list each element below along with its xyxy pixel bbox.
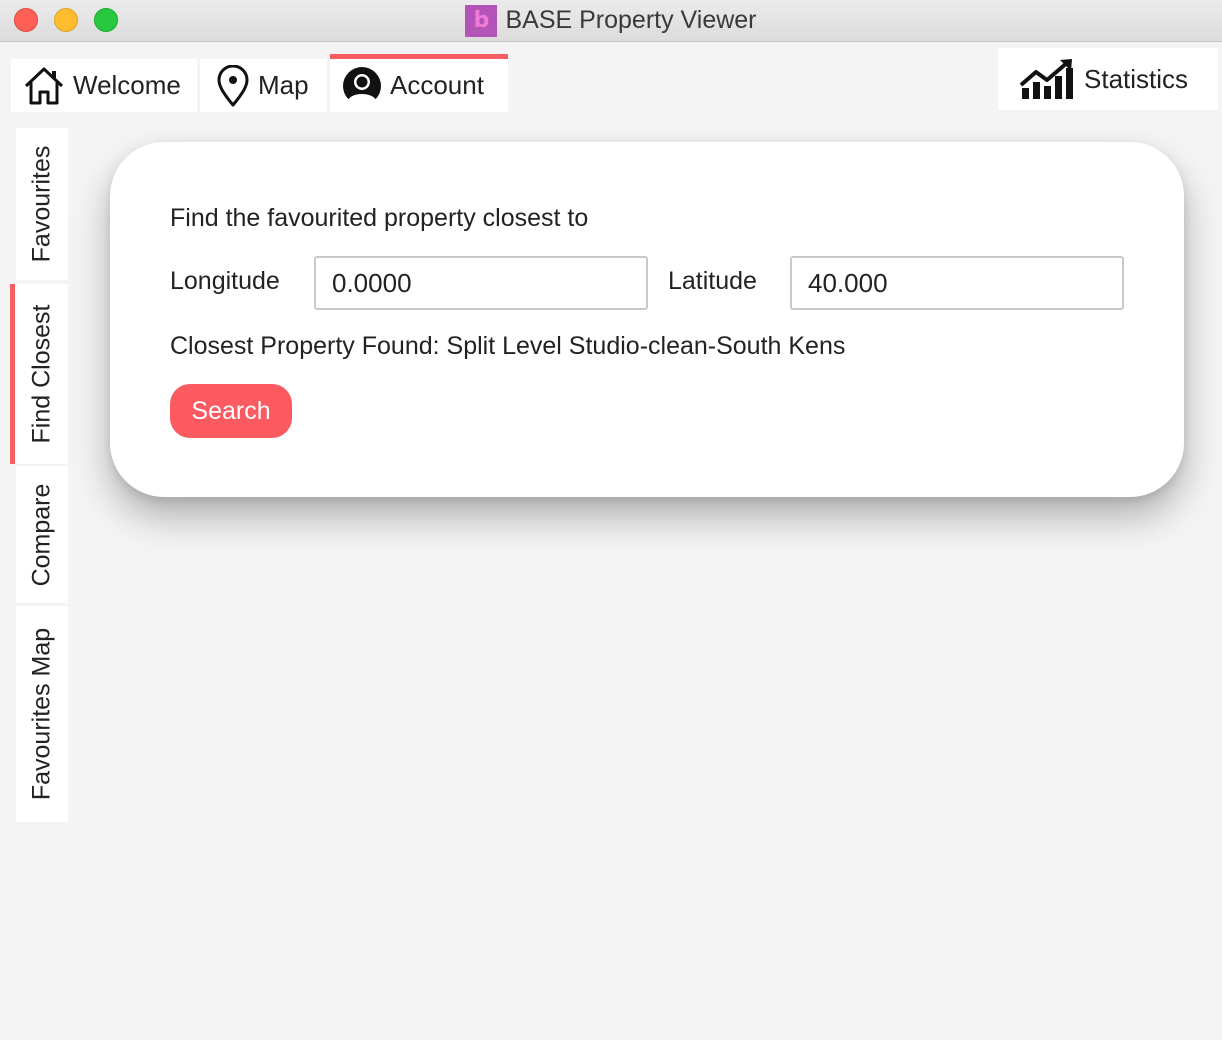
title-bar: b BASE Property Viewer [0, 0, 1222, 42]
latitude-label: Latitude [668, 267, 757, 295]
title-group: b BASE Property Viewer [0, 0, 1222, 41]
longitude-label: Longitude [170, 267, 280, 295]
side-tab-favourites-label: Favourites [27, 145, 56, 263]
side-tab-favourites-map-label: Favourites Map [27, 627, 56, 801]
statistics-label: Statistics [1084, 63, 1189, 94]
side-tab-compare[interactable]: Compare [16, 466, 68, 603]
side-tab-favourites[interactable]: Favourites [16, 128, 68, 280]
tab-map[interactable]: Map [200, 59, 327, 112]
app-window: b BASE Property Viewer Welcome Map Accou… [0, 0, 1222, 1040]
tab-welcome[interactable]: Welcome [11, 59, 197, 112]
user-icon [342, 66, 382, 106]
side-tab-compare-label: Compare [27, 483, 56, 586]
search-button[interactable]: Search [170, 384, 292, 438]
latitude-input[interactable] [790, 256, 1124, 310]
window-title: BASE Property Viewer [505, 6, 757, 34]
tab-welcome-label: Welcome [73, 70, 181, 100]
home-icon [23, 66, 65, 106]
tab-account[interactable]: Account [330, 54, 508, 112]
find-closest-card: Find the favourited property closest to … [110, 142, 1184, 497]
tab-account-label: Account [390, 70, 484, 100]
statistics-button[interactable]: Statistics [998, 48, 1218, 110]
side-tab-find-closest[interactable]: Find Closest [10, 284, 68, 464]
map-pin-icon [216, 64, 250, 107]
find-closest-prompt: Find the favourited property closest to [170, 204, 589, 232]
side-tab-find-closest-label: Find Closest [27, 304, 55, 444]
longitude-input[interactable] [314, 256, 648, 310]
tab-map-label: Map [258, 70, 309, 100]
closest-property-result: Closest Property Found: Split Level Stud… [170, 332, 846, 360]
chart-trend-icon [1020, 58, 1074, 100]
side-tab-favourites-map[interactable]: Favourites Map [16, 606, 68, 822]
app-logo-icon: b [465, 4, 498, 37]
